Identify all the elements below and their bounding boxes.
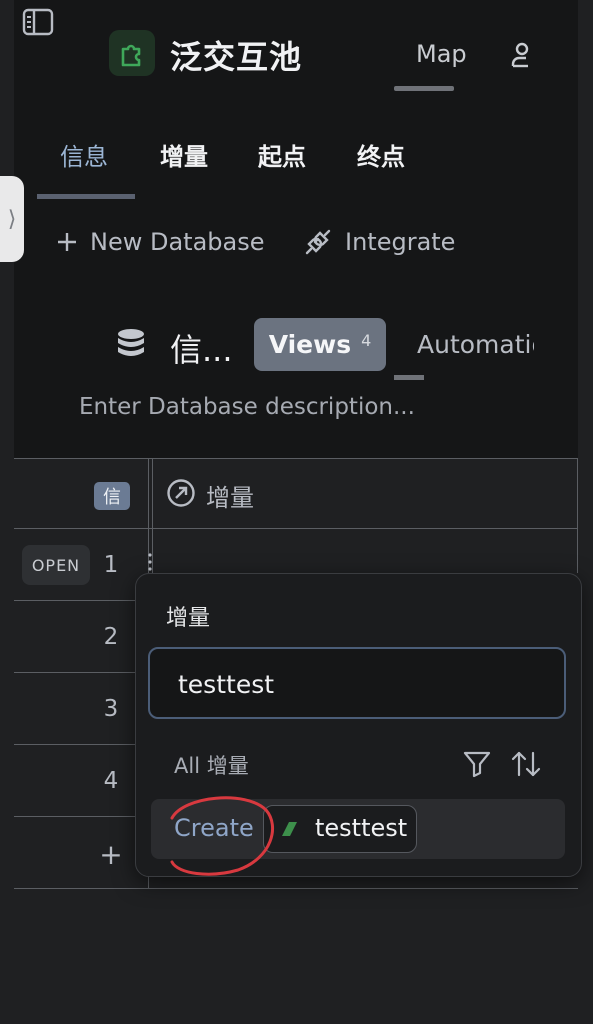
grid-line [14,816,149,817]
grid-line [14,744,149,745]
grid-line [14,888,578,889]
plus-icon [58,233,76,251]
sort-icon[interactable] [510,749,542,779]
row-number: 2 [103,624,119,650]
plug-icon [305,229,331,255]
tab-end[interactable]: 终点 [357,137,405,172]
flag-icon [280,820,298,838]
workspace-logo [109,30,155,76]
open-row-button[interactable]: OPEN [22,545,90,585]
user-icon[interactable] [510,40,540,70]
database-name[interactable]: 信... [170,325,233,371]
column-header-increment[interactable]: 增量 [206,478,254,513]
views-count: 4 [361,331,372,350]
grid-line [14,528,578,529]
grid-line [14,672,149,673]
views-button[interactable]: Views 4 [254,318,386,371]
sidebar-toggle-icon[interactable] [22,8,56,38]
workspace-title: 泛交互池 [170,38,303,76]
new-database-button[interactable]: New Database [56,224,265,260]
search-input-value[interactable]: testtest [178,670,274,699]
all-records-label: All 增量 [174,754,249,778]
database-description[interactable]: Enter Database description... [79,394,415,420]
tab-increment[interactable]: 增量 [160,137,208,172]
automations-underline [394,375,424,380]
filter-icon[interactable] [462,749,492,779]
tab-start[interactable]: 起点 [258,137,306,172]
grid-line [577,458,578,573]
popover-title: 增量 [166,606,211,631]
record-chip-label: testtest [315,814,408,842]
integrate-label: Integrate [345,228,456,256]
views-label: Views [268,330,352,359]
new-database-label: New Database [90,228,265,256]
active-tab-indicator [37,194,135,199]
automations-tab[interactable]: Automations [417,330,534,359]
puzzle-icon [121,44,141,67]
annotation-circle [154,792,282,878]
database-icon [116,328,146,362]
row-number: 1 [103,552,119,578]
map-underline [394,86,454,91]
link-arrow-icon [166,478,196,508]
row-number: 3 [103,696,119,722]
grid-line [14,600,149,601]
drawer-handle[interactable]: ⟩ [0,176,24,262]
tab-info[interactable]: 信息 [60,137,108,172]
drag-handle-icon[interactable] [147,552,153,572]
map-link[interactable]: Map [416,40,467,68]
chevron-right-icon: ⟩ [7,206,17,232]
integrate-button[interactable]: Integrate [303,224,455,260]
primary-column-badge[interactable]: 信 [94,482,130,510]
row-number: 4 [103,768,119,794]
grid-line [14,458,578,459]
add-row-button[interactable]: + [96,838,126,871]
